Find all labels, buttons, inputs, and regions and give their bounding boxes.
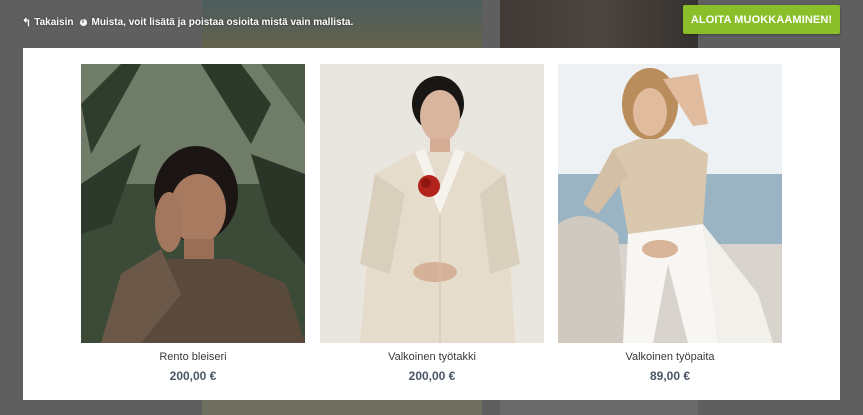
product-image[interactable]	[81, 64, 305, 343]
product-price: 200,00 €	[408, 369, 456, 383]
back-link-label: Takaisin	[34, 17, 74, 28]
hint-text: Muista, voit lisätä ja poistaa osioita m…	[91, 17, 354, 28]
background-image-bottom-left	[202, 400, 482, 415]
start-editing-button[interactable]: ALOITA MUOKKAAMINEN!	[683, 5, 840, 34]
product-name[interactable]: Rento bleiseri	[81, 351, 305, 363]
preview-modal: Rento bleiseri 200,00 € Valkoinen työtak…	[23, 48, 840, 400]
product-card[interactable]: Valkoinen työtakki 200,00 €	[320, 64, 544, 383]
product-price: 89,00 €	[649, 369, 691, 383]
product-card[interactable]: Valkoinen työpaita 89,00 €	[558, 64, 782, 383]
product-name[interactable]: Valkoinen työtakki	[320, 351, 544, 363]
product-image[interactable]	[320, 64, 544, 343]
product-name[interactable]: Valkoinen työpaita	[558, 351, 782, 363]
product-image[interactable]	[558, 64, 782, 343]
preview-topbar: ↰ Takaisin i Muista, voit lisätä ja pois…	[0, 0, 863, 48]
product-photo-white-work-shirt	[558, 64, 782, 343]
product-card[interactable]: Rento bleiseri 200,00 €	[81, 64, 305, 383]
product-price: 200,00 €	[169, 369, 217, 383]
product-photo-white-work-jacket	[320, 64, 544, 343]
background-image-bottom-right	[500, 400, 698, 415]
info-icon: i	[79, 19, 87, 26]
product-photo-casual-blazer	[81, 64, 305, 343]
back-link[interactable]: ↰ Takaisin i Muista, voit lisätä ja pois…	[22, 17, 353, 28]
back-arrow-icon: ↰	[22, 16, 32, 29]
